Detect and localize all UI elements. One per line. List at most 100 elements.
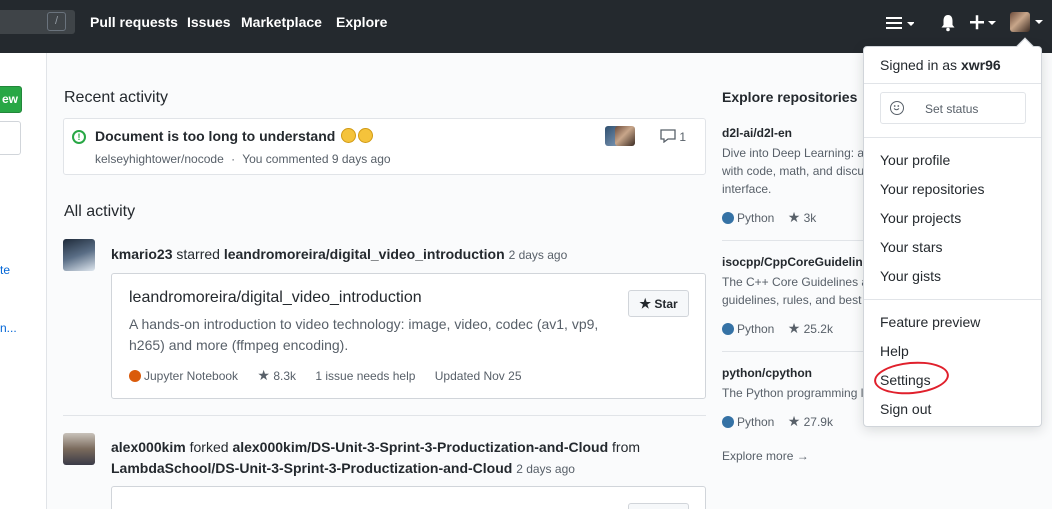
recent-issue-repo[interactable]: kelseyhightower/nocode bbox=[95, 152, 224, 166]
feed-action: starred bbox=[176, 246, 220, 262]
menu-item-sign-out[interactable]: Sign out bbox=[880, 401, 931, 417]
feed-action: forked bbox=[189, 439, 229, 455]
avatar-caret-icon bbox=[1035, 20, 1043, 24]
repo-card-title[interactable]: leandromoreira/digital_video_introductio… bbox=[129, 289, 422, 307]
create-new-button[interactable] bbox=[969, 14, 997, 35]
menu-item-your-repositories[interactable]: Your repositories bbox=[880, 181, 985, 197]
menu-item-your-projects[interactable]: Your projects bbox=[880, 210, 961, 226]
feed-item-starred: kmario23 starred leandromoreira/digital_… bbox=[111, 244, 567, 266]
set-status-label: Set status bbox=[925, 102, 979, 116]
participant-avatar[interactable] bbox=[615, 126, 635, 146]
alex000kim-avatar[interactable] bbox=[63, 433, 95, 465]
explore-more-link[interactable]: Explore more → bbox=[722, 449, 809, 463]
new-repo-button[interactable]: ew bbox=[0, 86, 22, 113]
repo-stars[interactable]: ★ 8.3k bbox=[257, 367, 296, 383]
star-button-label: Star bbox=[654, 297, 678, 311]
menu-item-your-stars[interactable]: Your stars bbox=[880, 239, 943, 255]
recent-activity-heading: Recent activity bbox=[64, 89, 169, 106]
feed-from-word: from bbox=[612, 439, 641, 455]
explore-repo-desc: guidelines, rules, and best p bbox=[722, 293, 872, 307]
recent-issue-comment-time: You commented 9 days ago bbox=[242, 152, 391, 166]
menu-item-your-profile[interactable]: Your profile bbox=[880, 152, 950, 168]
recent-issue-title-text: Document is too long to understand bbox=[95, 128, 336, 144]
explore-repo-desc: The C++ Core Guidelines a bbox=[722, 275, 869, 289]
repo-card bbox=[111, 486, 706, 509]
dropdown-divider bbox=[864, 299, 1041, 300]
explore-repo-desc: interface. bbox=[722, 182, 772, 196]
star-button[interactable]: ★ Star bbox=[628, 290, 689, 317]
feed-target[interactable]: alex000kim/DS-Unit-3-Sprint-3-Productiza… bbox=[232, 439, 608, 455]
language-color-dot bbox=[722, 323, 734, 335]
bell-icon bbox=[941, 15, 955, 32]
repo-language: Jupyter Notebook bbox=[144, 369, 239, 383]
explore-repo-language: Python bbox=[737, 322, 775, 336]
confused-emoji-icon bbox=[358, 128, 374, 143]
explore-repo-stars[interactable]: ★ 3k bbox=[787, 209, 817, 225]
menu-item-help[interactable]: Help bbox=[880, 343, 909, 359]
menu-item-feature-preview[interactable]: Feature preview bbox=[880, 314, 980, 330]
explore-repo-stars[interactable]: ★ 25.2k bbox=[787, 320, 833, 336]
repo-card-description: A hands-on introduction to video technol… bbox=[129, 316, 599, 353]
feed-item-forked: alex000kim forked alex000kim/DS-Unit-3-S… bbox=[111, 437, 651, 480]
recent-issue-meta: kelseyhightower/nocode · You commented 9… bbox=[95, 152, 391, 166]
star-icon: ★ bbox=[257, 367, 270, 383]
menu-item-your-gists[interactable]: Your gists bbox=[880, 268, 941, 284]
comment-icon bbox=[660, 129, 676, 144]
explore-repo-language: Python bbox=[737, 415, 775, 429]
repo-updated: Updated Nov 25 bbox=[434, 369, 522, 383]
search-shortcut-key: / bbox=[47, 12, 66, 31]
feed-source[interactable]: LambdaSchool/DS-Unit-3-Sprint-3-Producti… bbox=[111, 460, 512, 476]
explore-repo-stars-value: 3k bbox=[803, 211, 817, 225]
dropdown-divider bbox=[864, 137, 1041, 138]
plus-icon bbox=[970, 15, 996, 30]
nav-issues[interactable]: Issues bbox=[187, 14, 231, 30]
hamburger-icon bbox=[886, 17, 915, 29]
find-repo-input[interactable] bbox=[0, 121, 21, 155]
feed-actor[interactable]: kmario23 bbox=[111, 246, 172, 262]
star-icon: ★ bbox=[787, 209, 801, 225]
feed-target[interactable]: leandromoreira/digital_video_introductio… bbox=[224, 246, 505, 262]
recent-issue-title[interactable]: Document is too long to understand bbox=[95, 128, 374, 144]
user-avatar-button[interactable] bbox=[1010, 12, 1030, 32]
explore-repo-stars-value: 25.2k bbox=[803, 322, 833, 336]
feed-actor[interactable]: alex000kim bbox=[111, 439, 186, 455]
comment-count-value: 1 bbox=[679, 130, 687, 144]
explore-repo-desc: Dive into Deep Learning: an bbox=[722, 146, 871, 160]
signed-in-as-label: Signed in as xwr96 bbox=[880, 57, 1001, 73]
repo-issues-link[interactable]: 1 issue needs help bbox=[315, 369, 415, 383]
notifications-button[interactable] bbox=[940, 14, 956, 35]
feed-time: 2 days ago bbox=[516, 462, 575, 476]
sidebar-link[interactable]: te bbox=[0, 263, 10, 277]
star-icon: ★ bbox=[639, 296, 651, 311]
star-icon: ★ bbox=[787, 320, 801, 336]
star-button[interactable] bbox=[628, 503, 689, 509]
confused-emoji-icon bbox=[341, 128, 357, 143]
explore-repo-meta: Python ★ 25.2k bbox=[722, 320, 833, 337]
explore-repo-name[interactable]: d2l-ai/d2l-en bbox=[722, 126, 792, 140]
nav-marketplace[interactable]: Marketplace bbox=[241, 14, 322, 30]
language-color-dot bbox=[722, 212, 734, 224]
kmario23-avatar[interactable] bbox=[63, 239, 95, 271]
explore-repo-name[interactable]: python/cpython bbox=[722, 366, 812, 380]
explore-repo-desc: with code, math, and discu bbox=[722, 164, 865, 178]
signed-in-prefix: Signed in as bbox=[880, 57, 958, 73]
star-icon: ★ bbox=[787, 413, 801, 429]
feed-divider bbox=[63, 415, 706, 416]
smiley-icon bbox=[890, 101, 904, 115]
explore-repo-language: Python bbox=[737, 211, 775, 225]
feed-time: 2 days ago bbox=[508, 248, 568, 262]
language-color-dot bbox=[722, 416, 734, 428]
sidebar-show-more-link[interactable]: n... bbox=[0, 321, 17, 335]
explore-repo-meta: Python ★ 27.9k bbox=[722, 413, 833, 430]
nav-pull-requests[interactable]: Pull requests bbox=[90, 14, 178, 30]
all-activity-heading: All activity bbox=[64, 203, 136, 220]
explore-repo-meta: Python ★ 3k bbox=[722, 209, 816, 226]
nav-explore[interactable]: Explore bbox=[336, 14, 387, 30]
hamburger-menu-button[interactable] bbox=[886, 15, 915, 34]
language-color-dot bbox=[129, 370, 141, 382]
explore-repo-name[interactable]: isocpp/CppCoreGuidelines bbox=[722, 255, 876, 269]
explore-divider bbox=[722, 240, 872, 241]
comment-count[interactable]: 1 bbox=[660, 129, 686, 144]
signed-in-username: xwr96 bbox=[960, 57, 1001, 73]
explore-repo-stars[interactable]: ★ 27.9k bbox=[787, 413, 833, 429]
